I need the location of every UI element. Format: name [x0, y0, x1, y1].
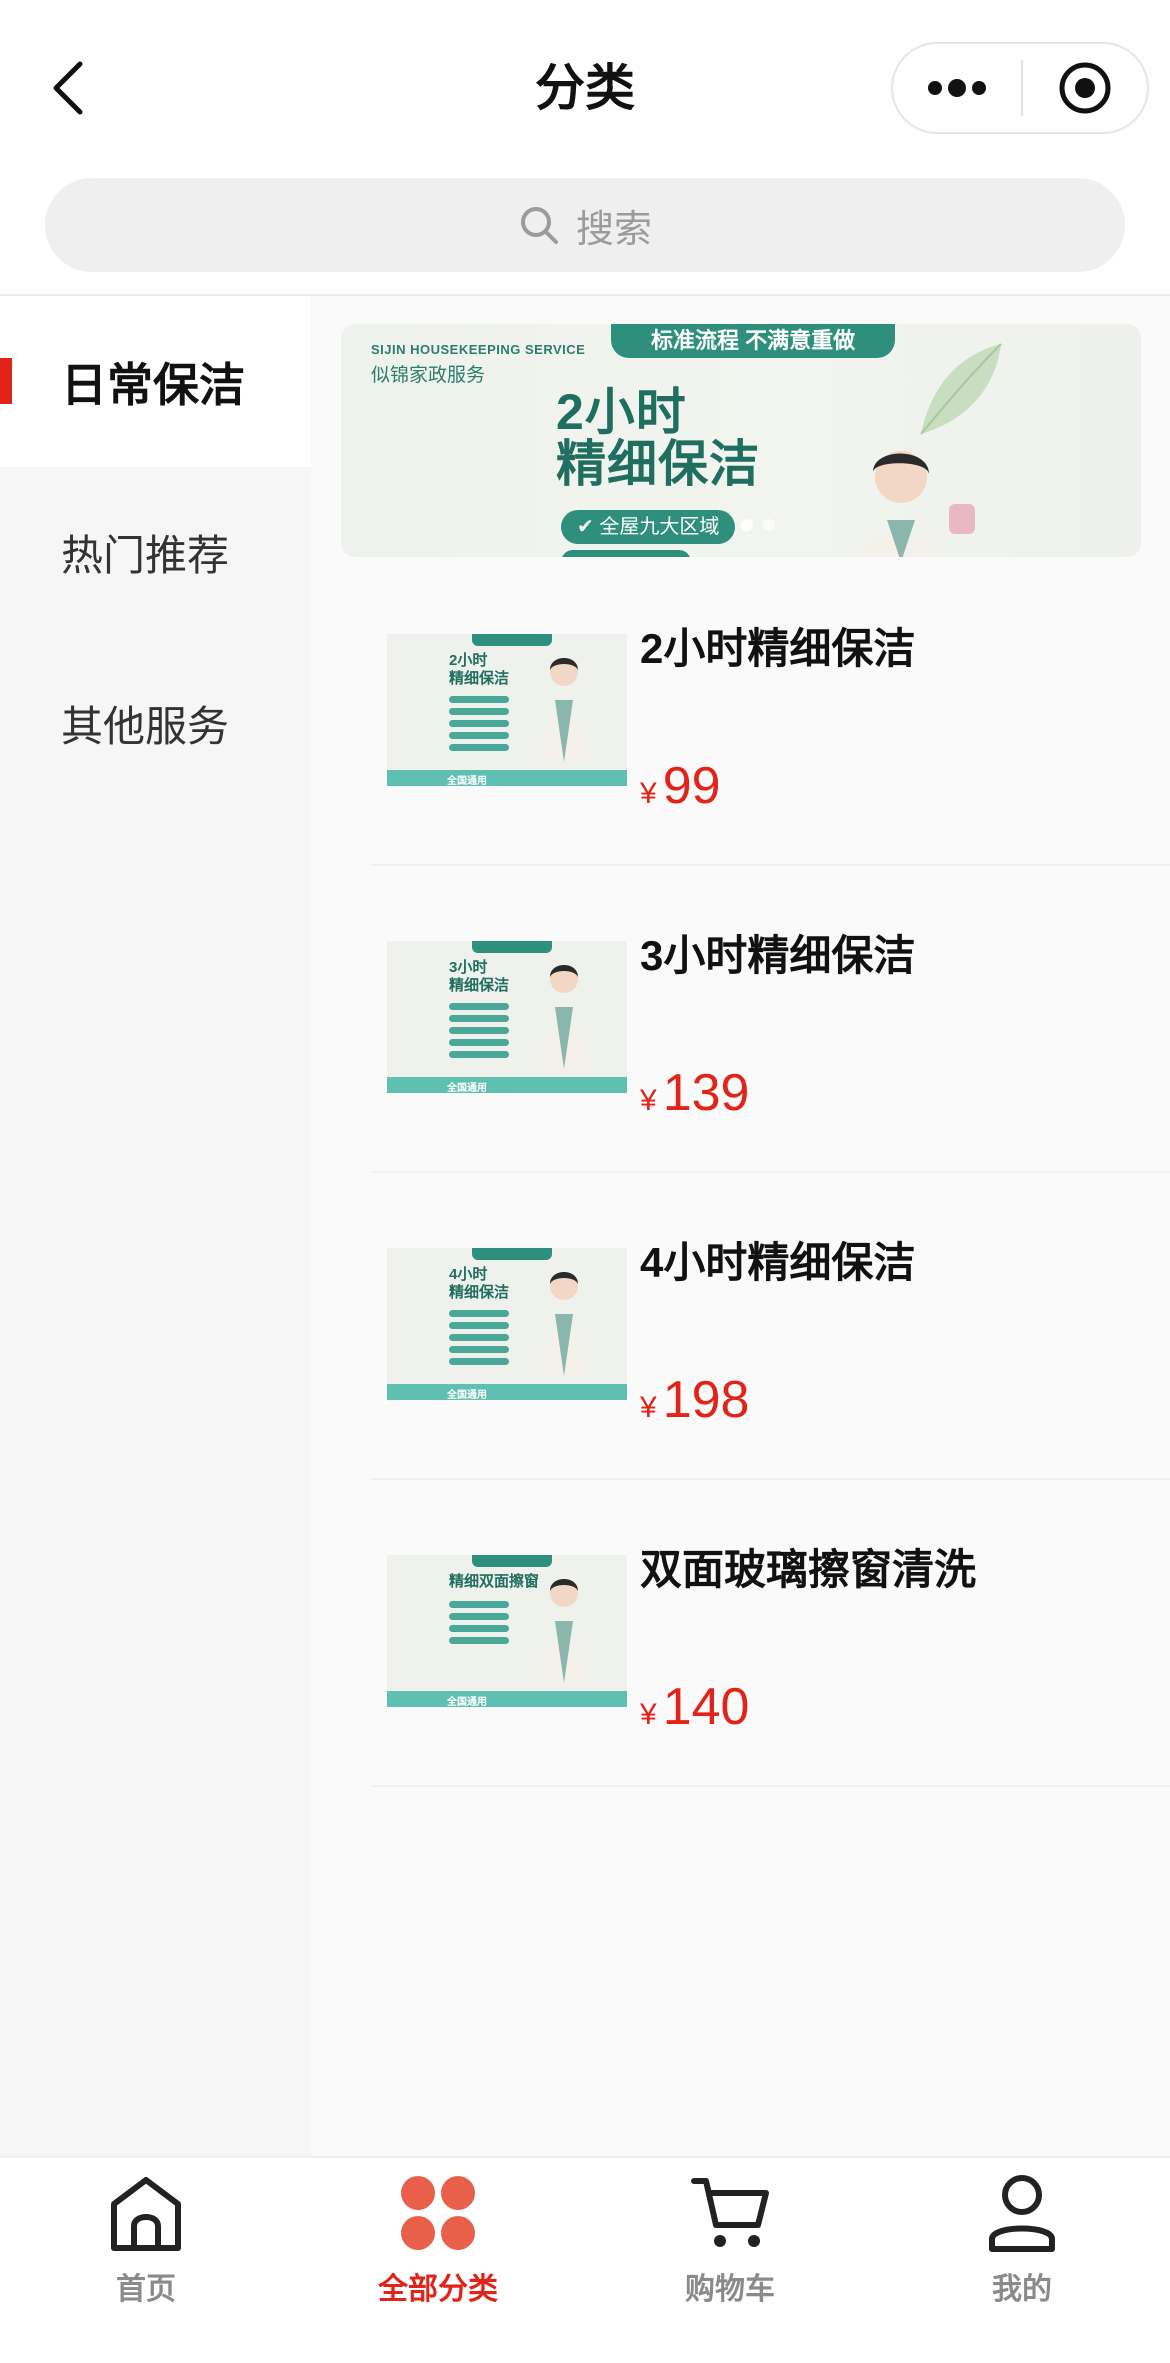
price-value: 99 [662, 757, 721, 815]
close-mini-program-button[interactable] [1023, 44, 1147, 132]
search-placeholder: 搜索 [575, 208, 652, 251]
leaf-illustration [920, 343, 1002, 435]
bottom-tab-bar: 首页 全部分类 购物车 我的 [0, 2156, 1170, 2363]
product-item[interactable]: 4小时 精细保洁 全国通用 4小时精细保洁 ¥198 [371, 1200, 1170, 1480]
banner-headline: 2小时 精细保洁 [556, 384, 760, 492]
product-price: ¥198 [640, 1370, 749, 1430]
banner-indicator [741, 519, 775, 531]
home-icon [105, 2172, 187, 2254]
tab-label: 首页 [116, 2273, 176, 2306]
price-value: 140 [662, 1678, 750, 1736]
banner-pill-text: 全屋九大区域 [599, 516, 720, 538]
sidebar-item-other[interactable]: 其他服务 [0, 638, 311, 809]
housekeeper-thumb [539, 965, 589, 1069]
mini-program-capsule [891, 42, 1149, 134]
search-input[interactable]: 搜索 [45, 178, 1125, 272]
sidebar-item-label: 其他服务 [61, 703, 230, 750]
more-button[interactable] [893, 44, 1021, 132]
user-icon [981, 2172, 1063, 2254]
product-name: 4小时精细保洁 [640, 1239, 916, 1286]
product-thumbnail: 3小时 精细保洁 全国通用 [387, 941, 627, 1093]
currency-symbol: ¥ [640, 1698, 657, 1731]
product-item[interactable]: 精细双面擦窗 全国通用 双面玻璃擦窗清洗 ¥140 [371, 1507, 1170, 1787]
product-name: 双面玻璃擦窗清洗 [640, 1546, 977, 1593]
currency-symbol: ¥ [640, 1084, 657, 1117]
housekeeper-thumb [539, 1272, 589, 1376]
thumb-title: 2小时 精细保洁 [449, 652, 510, 687]
tab-home[interactable]: 首页 [0, 2172, 292, 2322]
promo-banner[interactable]: 标准流程 不满意重做 SIJIN HOUSEKEEPING SERVICE 似锦… [341, 324, 1141, 557]
product-price: ¥139 [640, 1063, 749, 1123]
sidebar-item-daily-cleaning[interactable]: 日常保洁 [0, 296, 311, 467]
housekeeper-thumb [539, 658, 589, 762]
banner-brand-cn: 似锦家政服务 [371, 365, 486, 386]
product-name: 3小时精细保洁 [640, 932, 916, 979]
tab-label: 购物车 [685, 2273, 775, 2306]
housekeeper-thumb [539, 1579, 589, 1683]
housekeeper-photo [861, 451, 975, 557]
sidebar-item-hot[interactable]: 热门推荐 [0, 467, 311, 638]
price-value: 198 [662, 1371, 750, 1429]
product-item[interactable]: 2小时 精细保洁 全国通用 2小时精细保洁 ¥99 [371, 586, 1170, 866]
target-close-icon [1059, 62, 1111, 114]
product-price: ¥140 [640, 1677, 749, 1737]
currency-symbol: ¥ [640, 777, 657, 810]
banner-brand-en: SIJIN HOUSEKEEPING SERVICE [371, 342, 586, 357]
banner-tag: 标准流程 不满意重做 [611, 324, 896, 358]
sidebar-item-label: 日常保洁 [61, 358, 245, 411]
search-icon [520, 207, 558, 244]
banner-pill-partial [561, 550, 691, 557]
nav-bar: 分类 [0, 0, 1170, 178]
tab-cart[interactable]: 购物车 [584, 2172, 876, 2322]
tab-label: 全部分类 [378, 2273, 498, 2306]
product-item[interactable]: 3小时 精细保洁 全国通用 3小时精细保洁 ¥139 [371, 893, 1170, 1173]
product-price: ¥99 [640, 756, 721, 816]
price-value: 139 [662, 1064, 750, 1122]
tab-profile[interactable]: 我的 [876, 2172, 1168, 2322]
product-thumbnail: 2小时 精细保洁 全国通用 [387, 634, 627, 786]
thumb-title: 精细双面擦窗 [449, 1573, 540, 1590]
product-name: 2小时精细保洁 [640, 625, 916, 672]
cart-icon [689, 2172, 771, 2254]
banner-pill: ✔ 全屋九大区域 [561, 510, 736, 544]
tab-categories[interactable]: 全部分类 [292, 2172, 584, 2322]
category-dots-icon [397, 2172, 479, 2254]
product-thumbnail: 4小时 精细保洁 全国通用 [387, 1248, 627, 1400]
thumb-title: 3小时 精细保洁 [449, 959, 510, 994]
category-content: 标准流程 不满意重做 SIJIN HOUSEKEEPING SERVICE 似锦… [311, 296, 1170, 2156]
category-sidebar: 日常保洁 热门推荐 其他服务 [0, 296, 311, 2156]
more-dots-icon [928, 79, 986, 97]
product-thumbnail: 精细双面擦窗 全国通用 [387, 1555, 627, 1707]
currency-symbol: ¥ [640, 1391, 657, 1424]
thumb-title: 4小时 精细保洁 [449, 1266, 510, 1301]
tab-label: 我的 [992, 2273, 1052, 2306]
sidebar-item-label: 热门推荐 [61, 532, 230, 579]
